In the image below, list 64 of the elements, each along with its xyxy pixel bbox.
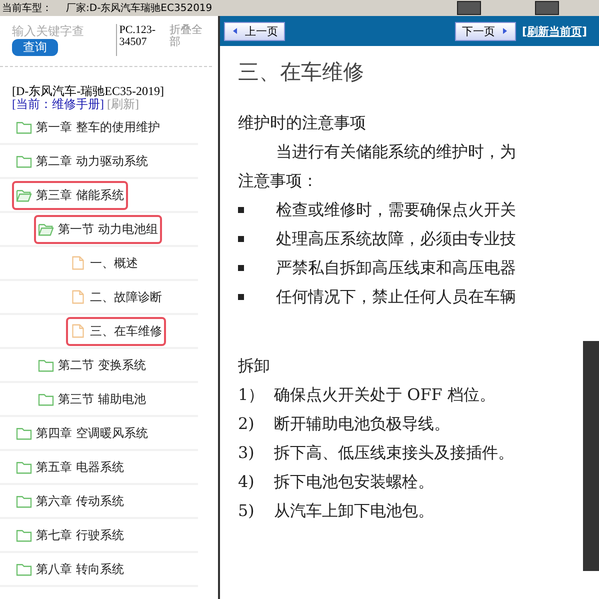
right-arrow-icon <box>500 27 509 35</box>
folder-icon <box>16 154 32 168</box>
step-number: 1） <box>238 384 266 406</box>
folder-icon <box>16 426 32 440</box>
left-arrow-icon <box>231 27 239 35</box>
bullet-text: 处理高压系统故障，必须由专业技 <box>276 228 516 250</box>
toolbar-icon[interactable] <box>457 1 481 15</box>
model-label: 当前车型： <box>2 2 52 15</box>
current-label: [当前：维修手册] <box>12 97 104 112</box>
section-heading: 维护时的注意事项 <box>238 112 367 134</box>
tree-item[interactable]: 第二节 变换系统 <box>34 350 150 380</box>
bullet-icon <box>238 206 244 212</box>
step-text: 确保点火开关处于 OFF 档位。 <box>274 384 496 406</box>
step-text: 拆下高、低压线束接头及接插件。 <box>274 442 514 464</box>
folder-icon <box>16 188 32 202</box>
section-heading: 拆卸 <box>238 355 271 377</box>
page-icon <box>70 290 86 304</box>
folder-icon <box>38 392 54 406</box>
bullet-icon <box>238 294 244 300</box>
toolbar-icon[interactable] <box>535 1 559 15</box>
step-number: 3) <box>238 442 256 464</box>
folder-icon <box>16 120 32 134</box>
bullet-text: 任何情况下，禁止任何人员在车辆 <box>276 286 516 308</box>
bullet-icon <box>238 264 244 270</box>
folder-icon <box>16 460 32 474</box>
bullet-icon <box>238 236 244 242</box>
tree-item[interactable]: 三、在车维修 <box>66 316 166 346</box>
tree-item[interactable]: 第四章 空调暖风系统 <box>12 418 152 448</box>
folder-icon <box>38 222 54 236</box>
tree-item[interactable]: 第七章 行驶系统 <box>12 520 128 550</box>
folder-icon <box>16 494 32 508</box>
tree-item[interactable]: 第三章 储能系统 <box>12 180 128 210</box>
tree-item[interactable]: 第八章 转向系统 <box>12 554 128 584</box>
model-name: [D-东风汽车-瑞驰EC35-2019] <box>12 85 165 98</box>
tree-item[interactable]: 第六章 传动系统 <box>12 486 128 516</box>
tree-item[interactable]: 第五章 电器系统 <box>12 452 128 482</box>
tree-item[interactable]: 第三节 辅助电池 <box>34 384 150 414</box>
bullet-text: 严禁私自拆卸高压线束和高压电器 <box>276 257 516 279</box>
bullet-text: 检查或维修时，需要确保点火开关 <box>276 199 516 221</box>
tree-item[interactable]: 第一章 整车的使用维护 <box>12 112 164 142</box>
paragraph: 当进行有关储能系统的维护时，为 <box>275 141 517 163</box>
step-number: 4) <box>238 471 256 493</box>
document-title: 三、在车维修 <box>238 59 365 86</box>
previous-page-button[interactable]: 上一页 <box>224 22 285 40</box>
page-icon <box>70 324 86 338</box>
tree-item[interactable]: 一、概述 <box>66 248 142 278</box>
step-number: 5) <box>238 500 256 522</box>
step-text: 从汽车上卸下电池包。 <box>274 500 434 522</box>
folder-icon <box>16 528 32 542</box>
folder-icon <box>16 562 32 576</box>
step-number: 2) <box>238 413 256 435</box>
paragraph: 注意事项： <box>238 170 319 192</box>
tree-item[interactable]: 第一节 动力电池组 <box>34 214 162 244</box>
tree-item[interactable]: 第二章 动力驱动系统 <box>12 146 152 176</box>
step-text: 断开辅助电池负极导线。 <box>274 413 450 435</box>
search-button[interactable]: 查询 <box>12 39 58 56</box>
page-icon <box>70 256 86 270</box>
next-page-button[interactable]: 下一页 <box>454 22 516 40</box>
code-text: PC.123-34507 <box>116 24 166 56</box>
folder-icon <box>38 358 54 372</box>
tree-item[interactable]: 二、故障诊断 <box>66 282 166 312</box>
maker-text: 厂家:D-东风汽车瑞驰EC352019 <box>66 2 212 15</box>
step-text: 拆下电池包安装螺栓。 <box>274 471 434 493</box>
refresh-page-link[interactable]: [刷新当前页] <box>522 24 587 38</box>
